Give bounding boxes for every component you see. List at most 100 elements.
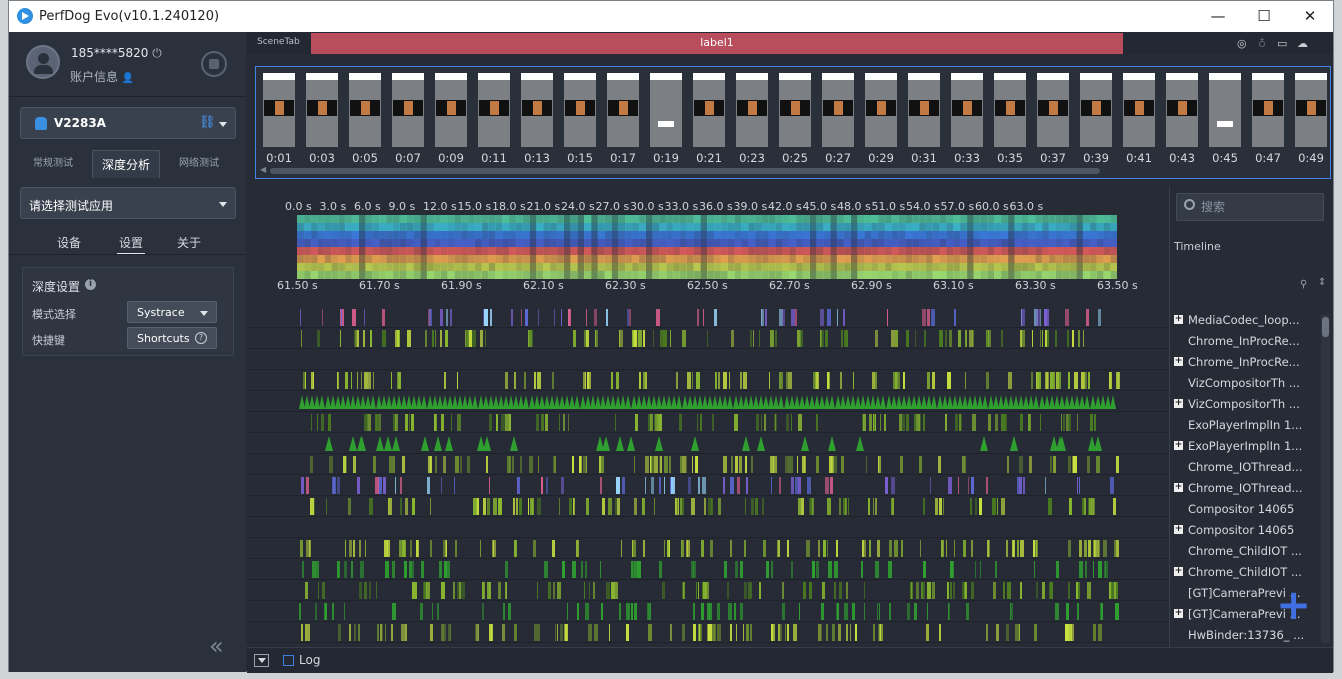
trace-row[interactable] — [247, 412, 1169, 433]
trace-row[interactable] — [247, 559, 1169, 580]
screenshot-thumbnail[interactable] — [865, 73, 897, 147]
screenshot-thumbnail[interactable] — [1166, 73, 1198, 147]
shortcuts-button[interactable]: Shortcuts ? — [127, 327, 217, 349]
timeline-item[interactable]: Compositor 14065 — [1170, 499, 1332, 520]
trace-row[interactable] — [247, 475, 1169, 496]
screenshot-thumbnail[interactable] — [478, 73, 510, 147]
screenshot-thumbnail[interactable] — [1080, 73, 1112, 147]
avatar[interactable] — [26, 45, 60, 79]
trace-row[interactable] — [247, 601, 1169, 622]
trace-row[interactable] — [247, 496, 1169, 517]
screenshot-thumbnail[interactable] — [994, 73, 1026, 147]
tab-deep-analysis[interactable]: 深度分析 — [92, 150, 160, 178]
info-icon[interactable]: i — [85, 279, 96, 290]
screenshot-thumbnail[interactable] — [306, 73, 338, 147]
screenshot-thumbnail[interactable] — [263, 73, 295, 147]
timeline-item[interactable]: + Compositor 14065 — [1170, 520, 1332, 541]
timeline-scrollbar[interactable] — [1321, 315, 1330, 643]
screenshot-thumbnail[interactable] — [435, 73, 467, 147]
search-input[interactable] — [1201, 198, 1321, 216]
expand-icon[interactable]: + — [1174, 441, 1183, 450]
screenshot-thumbnail[interactable] — [1123, 73, 1155, 147]
close-button[interactable]: ✕ — [1287, 1, 1333, 32]
trace-tracks[interactable] — [247, 307, 1169, 647]
chevron-down-icon — [200, 311, 208, 316]
sort-icon[interactable]: ⇕ — [1318, 277, 1326, 288]
app-select-dropdown[interactable]: 请选择测试应用 — [20, 187, 236, 219]
thumbnail-time-label: 0:23 — [739, 151, 765, 165]
trace-row[interactable] — [247, 307, 1169, 328]
screenshot-thumbnail[interactable] — [951, 73, 983, 147]
tab-network-test[interactable]: 网络测试 — [164, 150, 234, 178]
screenshot-thumbnail[interactable] — [1252, 73, 1284, 147]
subtab-settings[interactable]: 设置 — [117, 234, 146, 255]
scene-label[interactable]: label1 — [311, 33, 1123, 54]
cloud-icon[interactable]: ☁ — [1297, 37, 1310, 50]
trace-row[interactable] — [247, 517, 1169, 538]
plus-icon[interactable]: + — [1276, 584, 1311, 626]
screenshot-thumbnail[interactable] — [822, 73, 854, 147]
timeline-item[interactable]: Chrome_IOThread... — [1170, 457, 1332, 478]
timeline-item[interactable]: ExoPlayerImplIn 1... — [1170, 415, 1332, 436]
thumbnail-scrollbar[interactable] — [270, 168, 1100, 174]
scene-tab-label[interactable]: SceneTab — [257, 37, 300, 47]
maximize-button[interactable]: ☐ — [1241, 1, 1287, 32]
lightbulb-icon[interactable]: ♁ — [1258, 37, 1271, 50]
trace-row[interactable] — [247, 580, 1169, 601]
trace-row[interactable] — [247, 622, 1169, 643]
screenshot-thumbnail[interactable] — [779, 73, 811, 147]
subtab-device[interactable]: 设备 — [57, 234, 81, 251]
trace-row[interactable] — [247, 349, 1169, 370]
trace-row[interactable] — [247, 433, 1169, 454]
scroll-left-icon[interactable]: ◀ — [260, 165, 266, 174]
screenshot-thumbnail[interactable] — [1295, 73, 1327, 147]
expand-icon[interactable]: + — [1174, 315, 1183, 324]
pin-icon[interactable]: ⚲ — [1300, 279, 1307, 290]
expand-icon[interactable]: + — [1174, 525, 1183, 534]
screenshot-thumbnail[interactable] — [736, 73, 768, 147]
device-selector[interactable]: V2283A ⛓ — [20, 107, 236, 139]
timeline-item[interactable]: Chrome_ChildIOT ... — [1170, 541, 1332, 562]
stop-button[interactable] — [201, 51, 227, 77]
dropdown-toggle-button[interactable] — [254, 654, 269, 667]
subtab-about[interactable]: 关于 — [177, 234, 201, 251]
screenshot-strip[interactable]: 0:01 0:03 0:05 0:07 0:09 0:11 0:13 0:15 0:17 0:19… — [255, 66, 1331, 179]
screenshot-thumbnail[interactable] — [349, 73, 381, 147]
trace-row[interactable] — [247, 538, 1169, 559]
screenshot-thumbnail[interactable] — [650, 73, 682, 147]
timeline-item[interactable]: VizCompositorTh ... — [1170, 373, 1332, 394]
log-checkbox[interactable] — [283, 655, 294, 666]
trace-row[interactable] — [247, 454, 1169, 475]
timeline-item[interactable]: Chrome_InProcRe... — [1170, 331, 1332, 352]
time-ruler[interactable]: 0.0 s 3.0 s 6.0 s 9.0 s 12.0 s 15.0 s 18.0 s 21… — [247, 187, 1177, 307]
expand-icon[interactable]: + — [1174, 567, 1183, 576]
screenshot-thumbnail[interactable] — [564, 73, 596, 147]
trace-row[interactable] — [247, 370, 1169, 391]
screenshot-thumbnail[interactable] — [392, 73, 424, 147]
screenshot-thumbnail[interactable] — [908, 73, 940, 147]
timeline-item[interactable]: + VizCompositorTh ... — [1170, 394, 1332, 415]
trace-row[interactable] — [247, 328, 1169, 349]
account-info-link[interactable]: 账户信息 👤 — [70, 68, 134, 85]
screenshot-thumbnail[interactable] — [1209, 73, 1241, 147]
timeline-item[interactable]: + Chrome_InProcRe... — [1170, 352, 1332, 373]
expand-icon[interactable]: + — [1174, 483, 1183, 492]
power-icon[interactable]: ⏻ — [152, 46, 162, 60]
collapse-panel-icon[interactable]: « — [209, 632, 224, 660]
screenshot-thumbnail[interactable] — [607, 73, 639, 147]
trace-row[interactable] — [247, 391, 1169, 412]
timeline-item[interactable]: + ExoPlayerImplIn 1... — [1170, 436, 1332, 457]
screenshot-thumbnail[interactable] — [1037, 73, 1069, 147]
location-icon[interactable]: ◎ — [1237, 37, 1250, 50]
screenshot-thumbnail[interactable] — [521, 73, 553, 147]
expand-icon[interactable]: + — [1174, 357, 1183, 366]
timeline-item[interactable]: + Chrome_IOThread... — [1170, 478, 1332, 499]
expand-icon[interactable]: + — [1174, 399, 1183, 408]
screenshot-thumbnail[interactable] — [693, 73, 725, 147]
expand-icon[interactable]: + — [1174, 609, 1183, 618]
tab-normal-test[interactable]: 常规测试 — [20, 150, 86, 178]
folder-icon[interactable]: ▭ — [1277, 37, 1290, 50]
minimize-button[interactable]: — — [1195, 1, 1241, 32]
timeline-item[interactable]: + MediaCodec_loop... — [1170, 310, 1332, 331]
mode-select[interactable]: Systrace — [127, 301, 217, 323]
